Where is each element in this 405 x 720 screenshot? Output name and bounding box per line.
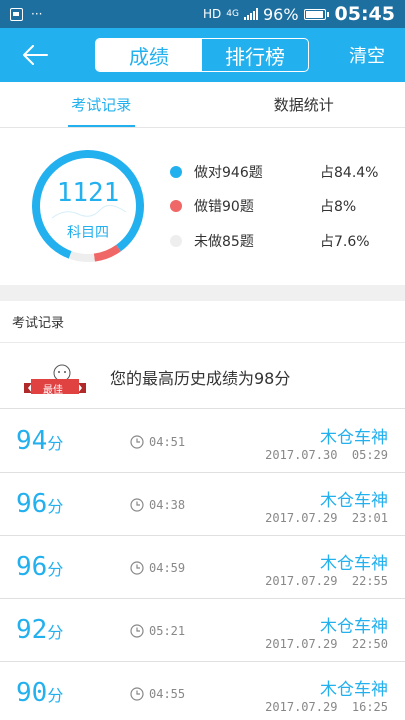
clock-icon xyxy=(130,498,144,512)
back-button[interactable] xyxy=(18,40,52,70)
record-duration: 04:59 xyxy=(130,561,185,575)
legend-wrong: 做错90题 占8% xyxy=(170,196,390,216)
arrow-left-icon xyxy=(23,45,48,65)
record-date: 2017.07.29 16:25 xyxy=(265,700,388,714)
segment-scores[interactable]: 成绩 xyxy=(96,39,202,71)
clock-icon xyxy=(130,624,144,638)
undone-label: 未做85题 xyxy=(194,234,254,250)
clear-button[interactable]: 清空 xyxy=(349,42,385,68)
score-value: 96 xyxy=(16,552,48,582)
record-title: 木仓车神 xyxy=(320,617,388,637)
app-header: 成绩 排行榜 清空 xyxy=(0,28,405,82)
tab-statistics[interactable]: 数据统计 xyxy=(203,82,405,127)
record-score: 92 分 xyxy=(16,615,63,645)
score-unit: 分 xyxy=(47,623,64,642)
record-row[interactable]: 96 分 04:38 木仓车神 2017.07.29 23:01 xyxy=(0,473,405,536)
best-badge: 最佳 xyxy=(22,363,88,397)
record-date: 2017.07.30 05:29 xyxy=(265,448,388,462)
record-score: 94 分 xyxy=(16,426,63,456)
record-row[interactable]: 96 分 04:59 木仓车神 2017.07.29 22:55 xyxy=(0,536,405,599)
score-unit: 分 xyxy=(47,560,64,579)
wrong-percent: 占8% xyxy=(320,199,357,215)
undone-dot-icon xyxy=(170,235,182,247)
status-bar: ··· HD 4G 96% 05:45 xyxy=(0,0,405,28)
best-score-text: 您的最高历史成绩为98分 xyxy=(110,369,291,388)
record-duration: 04:51 xyxy=(130,435,185,449)
record-title: 木仓车神 xyxy=(320,554,388,574)
duration-value: 04:55 xyxy=(149,687,186,701)
undone-percent: 占7.6% xyxy=(320,234,370,250)
hd-indicator: HD xyxy=(202,7,222,21)
record-title: 木仓车神 xyxy=(320,680,388,700)
record-date: 2017.07.29 22:55 xyxy=(265,574,388,588)
records-list: 94 分 04:51 木仓车神 2017.07.30 05:29 96 分 04:38 木仓车神… xyxy=(0,410,405,720)
score-unit: 分 xyxy=(47,434,64,453)
score-unit: 分 xyxy=(47,497,64,516)
stats-summary: 1121 科目四 做对946题 占84.4% 做错90题 占8% 未做85题 占… xyxy=(0,129,405,285)
score-value: 96 xyxy=(16,489,48,519)
records-section-title: 考试记录 xyxy=(0,301,405,343)
correct-dot-icon xyxy=(170,166,182,178)
score-unit: 分 xyxy=(47,686,64,705)
duration-value: 04:38 xyxy=(149,498,186,512)
record-score: 96 分 xyxy=(16,489,63,519)
clock-icon xyxy=(130,561,144,575)
correct-percent: 占84.4% xyxy=(320,165,379,181)
segment-leaderboard[interactable]: 排行榜 xyxy=(202,39,308,71)
record-duration: 04:38 xyxy=(130,498,185,512)
score-value: 92 xyxy=(16,615,48,645)
notification-icon xyxy=(10,7,23,21)
legend-undone: 未做85题 占7.6% xyxy=(170,231,390,251)
duration-value: 05:21 xyxy=(149,624,186,638)
subject-label: 科目四 xyxy=(67,225,109,241)
tab-exam-records[interactable]: 考试记录 xyxy=(0,82,203,127)
record-date: 2017.07.29 23:01 xyxy=(265,511,388,525)
donut-chart: 1121 科目四 xyxy=(30,148,146,264)
segmented-control: 成绩 排行榜 xyxy=(95,38,309,72)
total-questions: 1121 xyxy=(56,178,120,208)
wrong-dot-icon xyxy=(170,200,182,212)
battery-icon xyxy=(303,8,329,20)
clock: 05:45 xyxy=(334,3,395,25)
record-title: 木仓车神 xyxy=(320,491,388,511)
record-duration: 04:55 xyxy=(130,687,185,701)
duration-value: 04:59 xyxy=(149,561,186,575)
best-badge-label: 最佳 xyxy=(43,385,63,396)
signal-icon xyxy=(243,8,258,20)
record-row[interactable]: 90 分 04:55 木仓车神 2017.07.29 16:25 xyxy=(0,662,405,720)
more-notifications-icon: ··· xyxy=(31,7,43,21)
section-divider xyxy=(0,285,405,301)
record-score: 90 分 xyxy=(16,678,63,708)
record-row[interactable]: 92 分 05:21 木仓车神 2017.07.29 22:50 xyxy=(0,599,405,662)
tab-bar: 考试记录 数据统计 xyxy=(0,82,405,128)
wrong-label: 做错90题 xyxy=(194,199,254,215)
record-score: 96 分 xyxy=(16,552,63,582)
clock-icon xyxy=(130,435,144,449)
record-title: 木仓车神 xyxy=(320,428,388,448)
score-value: 90 xyxy=(16,678,48,708)
clock-icon xyxy=(130,687,144,701)
legend-correct: 做对946题 占84.4% xyxy=(170,162,390,182)
record-date: 2017.07.29 22:50 xyxy=(265,637,388,651)
record-row[interactable]: 94 分 04:51 木仓车神 2017.07.30 05:29 xyxy=(0,410,405,473)
record-duration: 05:21 xyxy=(130,624,185,638)
battery-percent: 96% xyxy=(262,4,299,24)
network-type: 4G xyxy=(226,9,239,19)
best-score-row: 最佳 您的最高历史成绩为98分 xyxy=(0,343,405,409)
correct-label: 做对946题 xyxy=(194,165,263,181)
score-value: 94 xyxy=(16,426,48,456)
duration-value: 04:51 xyxy=(149,435,186,449)
